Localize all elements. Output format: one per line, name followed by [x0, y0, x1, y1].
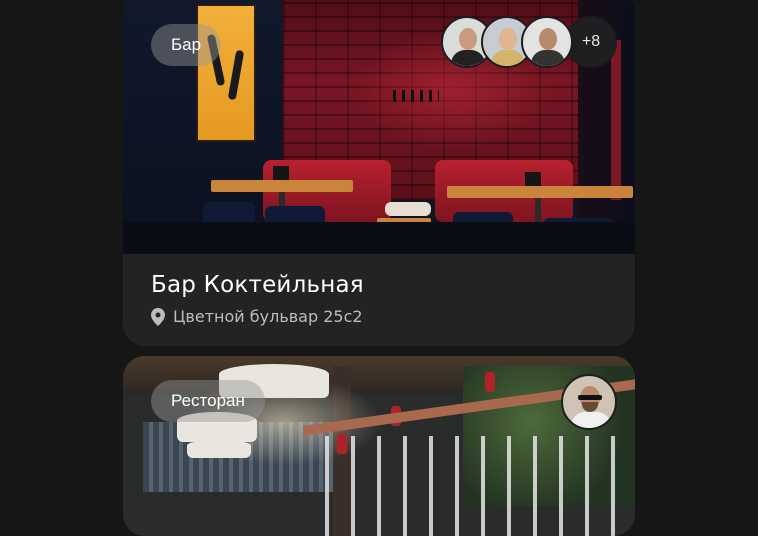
category-tag[interactable]: Бар [151, 24, 222, 66]
venue-name[interactable]: Бар Коктейльная [151, 272, 607, 298]
venue-photo: Ресторан [123, 356, 635, 536]
visitors-avatars[interactable]: +8 [441, 16, 617, 68]
venue-card-bar[interactable]: Бар +8 Бар Коктейльная Цветной бульвар 2… [123, 0, 635, 346]
venue-card-restaurant[interactable]: Ресторан [123, 356, 635, 536]
venue-address: Цветной бульвар 25с2 [151, 307, 607, 326]
venue-info: Бар Коктейльная Цветной бульвар 25с2 [123, 254, 635, 326]
venue-photo: Бар +8 [123, 0, 635, 254]
avatar[interactable] [561, 374, 617, 430]
address-text: Цветной бульвар 25с2 [173, 307, 363, 326]
map-pin-icon [151, 307, 165, 326]
category-tag[interactable]: Ресторан [151, 380, 265, 422]
avatar[interactable] [521, 16, 573, 68]
